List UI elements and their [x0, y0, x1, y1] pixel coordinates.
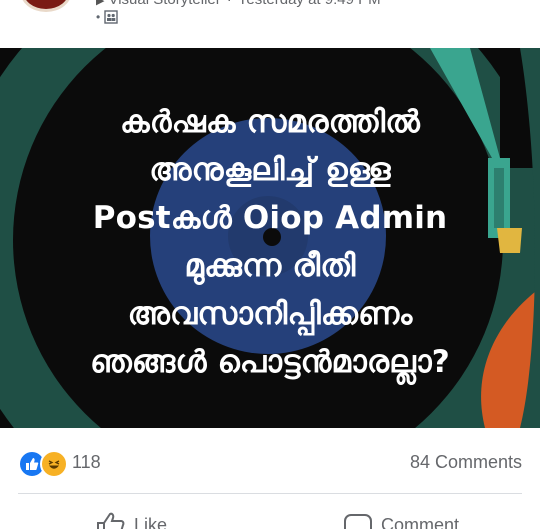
reaction-count[interactable]: 118	[72, 452, 101, 473]
post-meta: ▶Visual Storyteller·Yesterday at 9:49 PM	[96, 0, 381, 8]
page-avatar[interactable]	[20, 0, 72, 12]
text-line-6: ഞങ്ങൾ പൊട്ടൻമാരല്ലാ?	[90, 344, 450, 380]
comment-icon	[344, 514, 372, 529]
text-line-4: മുക്കുന്ന രീതി	[184, 248, 356, 284]
post-header: ▶Visual Storyteller·Yesterday at 9:49 PM…	[0, 0, 540, 48]
text-line-1: കർഷക സമരത്തിൽ	[119, 104, 421, 140]
comment-label: Comment	[381, 514, 460, 529]
text-line-2: അനുകൂലിച്ച് ഉള്ള	[149, 152, 391, 188]
author-name[interactable]: Visual Storyteller	[108, 0, 220, 8]
caret-right-icon: ▶	[96, 0, 105, 7]
post-image[interactable]: കർഷക സമരത്തിൽ അനുകൂലിച്ച് ഉള്ള Postകൾ Oi…	[0, 48, 540, 428]
text-line-3: Postകൾ Oiop Admin	[92, 200, 448, 236]
text-line-5: അവസാനിപ്പിക്കണം	[127, 296, 413, 332]
comment-button[interactable]: Comment	[343, 512, 459, 529]
post-image-text: കർഷക സമരത്തിൽ അനുകൂലിച്ച് ഉള്ള Postകൾ Oi…	[0, 98, 540, 386]
like-label: Like	[134, 514, 168, 529]
reaction-icons[interactable]	[18, 450, 68, 478]
reactions-bar: 118 84 Comments	[0, 428, 540, 494]
post-time[interactable]: Yesterday at 9:49 PM	[238, 0, 381, 8]
privacy-indicator: •	[96, 10, 118, 24]
comments-count[interactable]: 84 Comments	[410, 452, 522, 473]
like-button[interactable]: Like	[96, 512, 167, 529]
haha-icon	[40, 450, 68, 478]
post-actions: Like Comment	[0, 494, 540, 529]
thumbs-up-icon	[97, 512, 125, 529]
group-icon[interactable]	[104, 10, 118, 24]
